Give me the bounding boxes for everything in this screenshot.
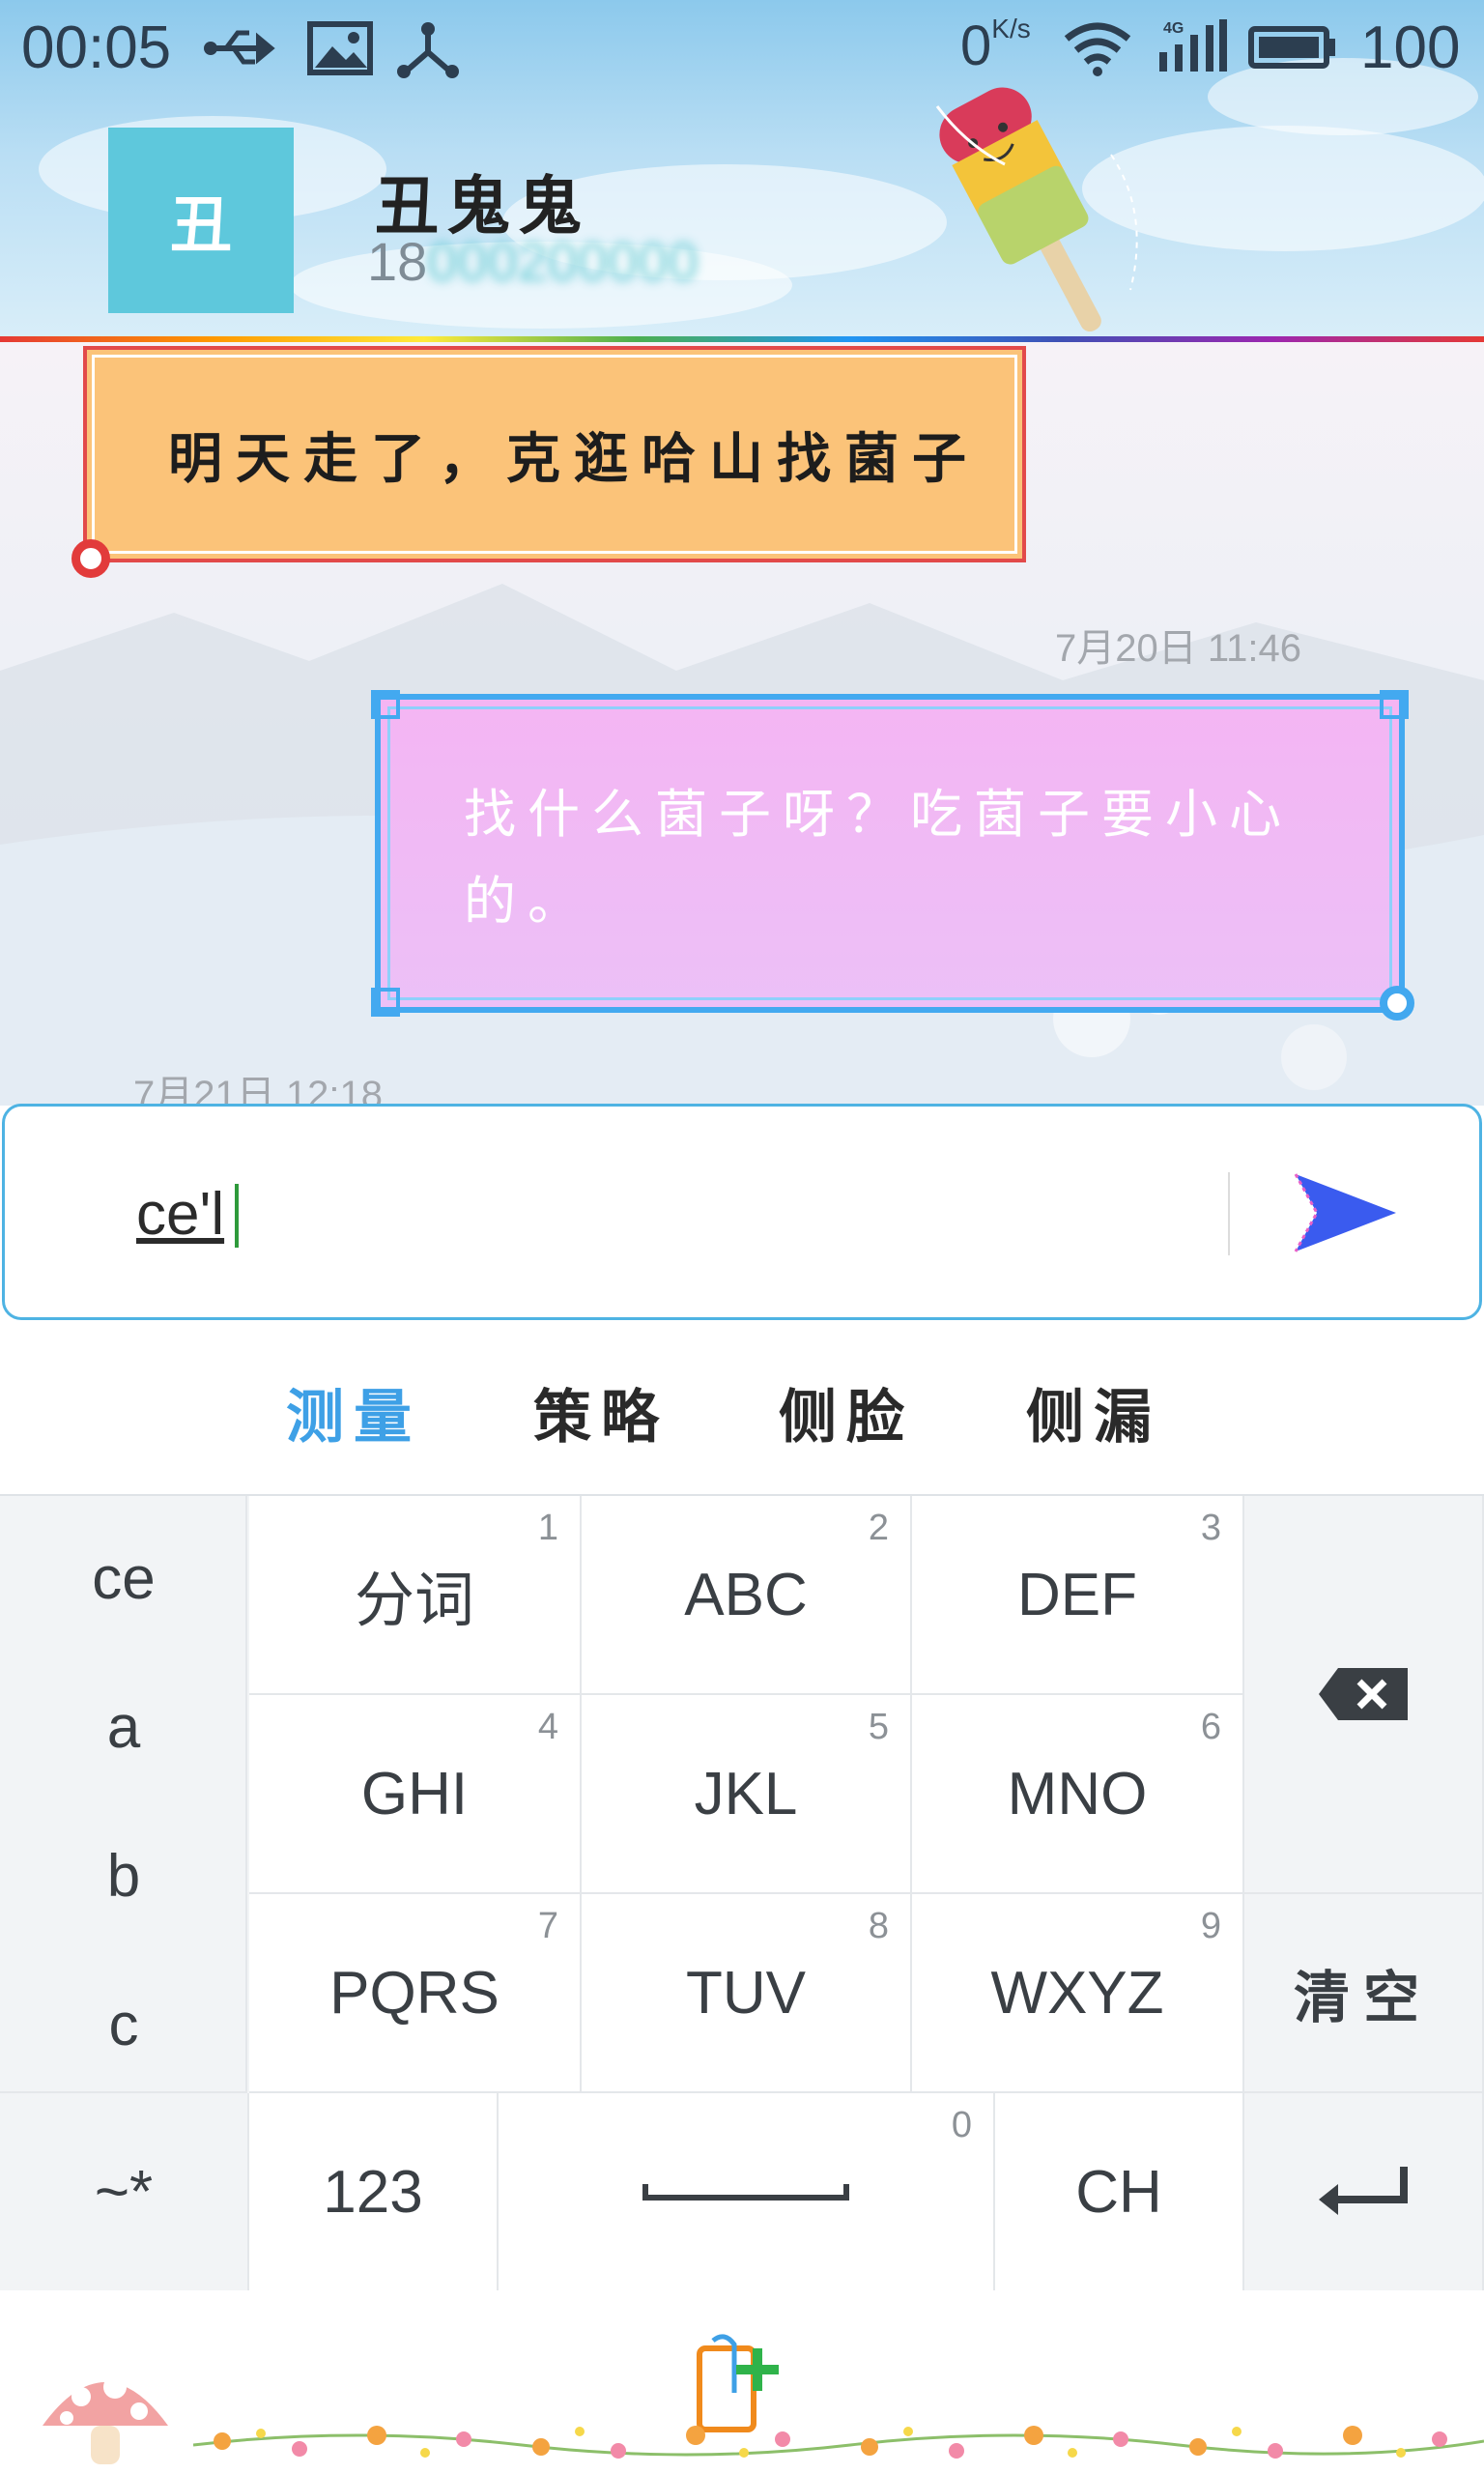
pinyin-option[interactable]: ce bbox=[0, 1544, 247, 1613]
key-number: 7 bbox=[537, 1906, 558, 1946]
key-5[interactable]: JKL 5 bbox=[582, 1695, 912, 1894]
t9-keyboard: ce a b c 分词 1 ABC 2 DEF 3 GHI 4 JKL 5 MNO 6 PQ… bbox=[0, 1494, 1484, 2292]
key-label: TUV bbox=[686, 1959, 806, 2027]
bubble-corner bbox=[371, 988, 400, 1017]
key-4[interactable]: GHI 4 bbox=[249, 1695, 582, 1894]
key-label: MNO bbox=[1007, 1760, 1148, 1827]
key-label: DEF bbox=[1017, 1561, 1137, 1628]
key-label: GHI bbox=[360, 1760, 469, 1827]
candidate-4[interactable]: 侧漏 bbox=[1026, 1370, 1161, 1454]
key-number: 8 bbox=[868, 1906, 889, 1946]
key-1[interactable]: 分词 1 bbox=[249, 1496, 582, 1695]
key-6[interactable]: MNO 6 bbox=[912, 1695, 1244, 1894]
network-type: 4G bbox=[1163, 20, 1184, 37]
signal-icon: 4G bbox=[1159, 19, 1227, 72]
key-label: PQRS bbox=[329, 1959, 499, 2027]
backspace-key[interactable] bbox=[1244, 1496, 1484, 1894]
chat-header: 00:05 0K/s 4G 100 丑 丑鬼鬼 18000200000 bbox=[0, 0, 1484, 340]
net-speed: 0K/s bbox=[960, 14, 1031, 77]
pinyin-option[interactable]: b bbox=[0, 1842, 247, 1911]
text-caret bbox=[235, 1184, 239, 1248]
bubble-ornament bbox=[1380, 986, 1414, 1021]
key-number: 5 bbox=[868, 1707, 889, 1747]
clear-key[interactable]: 清空 bbox=[1244, 1894, 1484, 2093]
message-input[interactable]: ce'l bbox=[136, 1180, 224, 1249]
outgoing-message-line2: 的。 bbox=[464, 871, 591, 932]
space-key[interactable]: 0 bbox=[499, 2093, 995, 2292]
key-9[interactable]: WXYZ 9 bbox=[912, 1894, 1244, 2093]
key-number: 4 bbox=[537, 1707, 558, 1747]
flower-border-decoration bbox=[193, 2426, 1484, 2459]
image-icon bbox=[307, 21, 373, 75]
pinyin-option[interactable]: c bbox=[0, 1991, 247, 2059]
key-number: 0 bbox=[951, 2105, 972, 2145]
key-number: 1 bbox=[537, 1508, 558, 1548]
wifi-icon bbox=[1064, 22, 1131, 76]
status-bar: 00:05 0K/s 4G 100 bbox=[0, 0, 1484, 97]
bottom-toolbar bbox=[0, 2290, 1484, 2474]
numbers-key[interactable]: 123 bbox=[249, 2093, 499, 2292]
candidate-bar: 测量 策略 侧脸 侧漏 bbox=[0, 1320, 1484, 1494]
language-key[interactable]: CH bbox=[995, 2093, 1244, 2292]
key-8[interactable]: TUV 8 bbox=[582, 1894, 912, 2093]
bubble-corner bbox=[371, 690, 400, 719]
key-label: ABC bbox=[684, 1561, 808, 1628]
input-divider bbox=[1228, 1172, 1230, 1255]
message-list[interactable]: 明天走了，克逛哈山找菌子 7月20日 11:46 找什么菌子呀？吃菌子要小心 的… bbox=[0, 342, 1484, 1106]
space-icon bbox=[642, 2184, 849, 2201]
incoming-message-text: 明天走了，克逛哈山找菌子 bbox=[168, 426, 980, 491]
key-number: 2 bbox=[868, 1508, 889, 1548]
key-number: 6 bbox=[1200, 1707, 1221, 1747]
enter-key[interactable] bbox=[1244, 2093, 1484, 2292]
outgoing-message-bubble[interactable]: 找什么菌子呀？吃菌子要小心 的。 bbox=[371, 690, 1414, 1106]
share-icon bbox=[397, 22, 459, 78]
pinyin-option[interactable]: a bbox=[0, 1693, 247, 1762]
bubble-ornament bbox=[71, 539, 110, 578]
key-label: 分词 bbox=[354, 1565, 474, 1635]
mushroom-icon[interactable] bbox=[33, 2348, 178, 2474]
candidate-1[interactable]: 测量 bbox=[286, 1370, 421, 1454]
key-number: 3 bbox=[1200, 1508, 1221, 1548]
backspace-icon bbox=[1319, 1668, 1408, 1720]
key-3[interactable]: DEF 3 bbox=[912, 1496, 1244, 1695]
message-timestamp: 7月21日 12:18 bbox=[133, 1074, 383, 1106]
screen: 00:05 0K/s 4G 100 丑 丑鬼鬼 18000200000 明天走了… bbox=[0, 0, 1484, 2474]
outgoing-message-line1: 找什么菌子呀？吃菌子要小心 bbox=[464, 784, 1293, 845]
bubble-corner bbox=[1380, 690, 1409, 719]
send-icon[interactable] bbox=[1288, 1165, 1404, 1261]
enter-icon bbox=[1319, 2167, 1408, 2215]
contact-avatar[interactable]: 丑 bbox=[108, 128, 294, 313]
message-input-bar: ce'l bbox=[2, 1104, 1482, 1320]
message-timestamp: 7月20日 11:46 bbox=[1055, 627, 1301, 670]
candidate-2[interactable]: 策略 bbox=[533, 1370, 669, 1454]
symbols-key[interactable]: ~* bbox=[0, 2093, 249, 2292]
battery-percent: 100 bbox=[1360, 14, 1461, 81]
contact-phone: 18000200000 bbox=[367, 231, 699, 292]
incoming-message-bubble[interactable]: 明天走了，克逛哈山找菌子 bbox=[71, 346, 1026, 578]
key-2[interactable]: ABC 2 bbox=[582, 1496, 912, 1695]
outgoing-message-box: 找什么菌子呀？吃菌子要小心 的。 bbox=[375, 694, 1405, 1013]
key-number: 9 bbox=[1200, 1906, 1221, 1946]
key-label: WXYZ bbox=[990, 1959, 1164, 2027]
battery-icon bbox=[1248, 26, 1335, 69]
candidate-3[interactable]: 侧脸 bbox=[779, 1370, 914, 1454]
key-label: JKL bbox=[694, 1760, 798, 1827]
usb-icon bbox=[204, 30, 275, 65]
key-7[interactable]: PQRS 7 bbox=[249, 1894, 582, 2093]
status-time: 00:05 bbox=[21, 14, 172, 81]
